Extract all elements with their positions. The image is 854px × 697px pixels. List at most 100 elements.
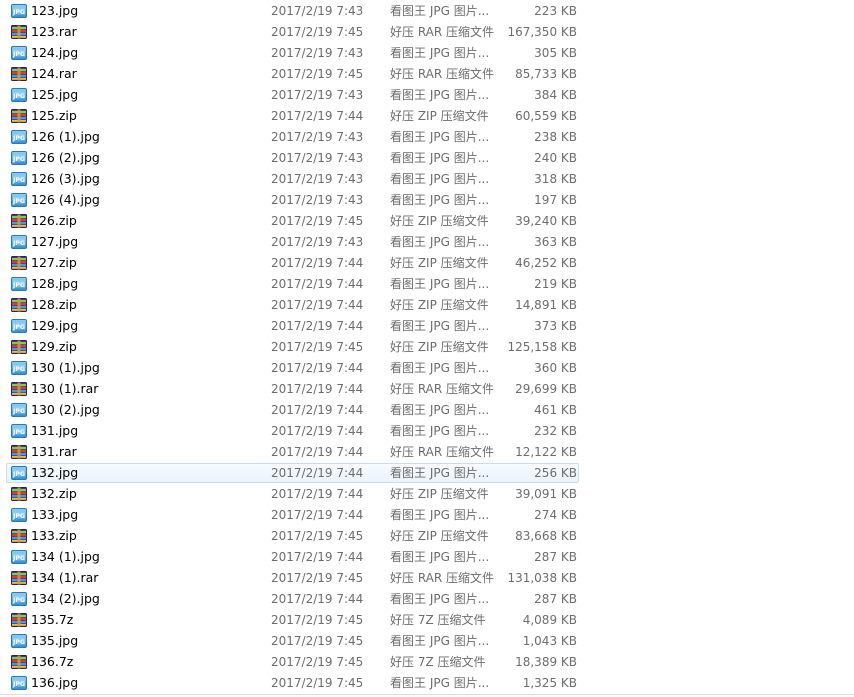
file-row[interactable]: 123.rar 2017/2/19 7:45 好压 RAR 压缩文件 167,350 … (6, 22, 579, 42)
file-name: 136.jpg (31, 675, 79, 690)
jpg-file-icon: JPG (11, 676, 27, 690)
file-row[interactable]: 135.7z 2017/2/19 7:45 好压 7Z 压缩文件 4,089 KB (6, 610, 579, 630)
file-size: 232 KB (534, 424, 577, 438)
file-date-modified: 2017/2/19 7:44 (271, 382, 364, 396)
file-row[interactable]: 129.zip 2017/2/19 7:45 好压 ZIP 压缩文件 125,158 … (6, 337, 579, 357)
file-name: 126 (1).jpg (31, 129, 100, 144)
file-row[interactable]: JPG 123.jpg 2017/2/19 7:43 看图王 JPG 图片... 223… (6, 1, 579, 21)
file-row[interactable]: 128.zip 2017/2/19 7:44 好压 ZIP 压缩文件 14,891 K… (6, 295, 579, 315)
file-name: 127.zip (31, 255, 77, 270)
jpg-file-icon: JPG (11, 361, 27, 375)
file-row[interactable]: JPG 129.jpg 2017/2/19 7:44 看图王 JPG 图片... 373… (6, 316, 579, 336)
file-row[interactable]: 124.rar 2017/2/19 7:45 好压 RAR 压缩文件 85,733 K… (6, 64, 579, 84)
archive-file-icon (11, 445, 27, 459)
archive-file-icon (11, 298, 27, 312)
jpg-file-icon: JPG (11, 634, 27, 648)
file-name: 131.rar (31, 444, 77, 459)
jpg-file-icon: JPG (11, 508, 27, 522)
file-date-modified: 2017/2/19 7:43 (271, 235, 364, 249)
file-row[interactable]: 130 (1).rar 2017/2/19 7:44 好压 RAR 压缩文件 29,6… (6, 379, 579, 399)
file-row[interactable]: 125.zip 2017/2/19 7:44 好压 ZIP 压缩文件 60,559 K… (6, 106, 579, 126)
file-size: 287 KB (534, 550, 577, 564)
file-name: 128.zip (31, 297, 77, 312)
file-name: 136.7z (31, 654, 74, 669)
file-date-modified: 2017/2/19 7:43 (271, 4, 364, 18)
svg-text:JPG: JPG (12, 282, 25, 289)
archive-file-icon (11, 256, 27, 270)
file-name: 135.jpg (31, 633, 79, 648)
file-size: 14,891 KB (515, 298, 577, 312)
file-row[interactable]: JPG 134 (2).jpg 2017/2/19 7:44 看图王 JPG 图片..… (6, 589, 579, 609)
file-name: 126.zip (31, 213, 77, 228)
file-row[interactable]: JPG 134 (1).jpg 2017/2/19 7:44 看图王 JPG 图片..… (6, 547, 579, 567)
file-size: 363 KB (534, 235, 577, 249)
file-row[interactable]: JPG 128.jpg 2017/2/19 7:44 看图王 JPG 图片... 219… (6, 274, 579, 294)
file-size: 384 KB (534, 88, 577, 102)
file-date-modified: 2017/2/19 7:45 (271, 676, 364, 690)
archive-file-icon (11, 109, 27, 123)
file-date-modified: 2017/2/19 7:43 (271, 130, 364, 144)
svg-text:JPG: JPG (12, 408, 25, 415)
file-date-modified: 2017/2/19 7:44 (271, 550, 364, 564)
file-date-modified: 2017/2/19 7:44 (271, 277, 364, 291)
file-row[interactable]: JPG 132.jpg 2017/2/19 7:44 看图王 JPG 图片... 256… (6, 463, 579, 483)
file-row[interactable]: 127.zip 2017/2/19 7:44 好压 ZIP 压缩文件 46,252 K… (6, 253, 579, 273)
file-name: 130 (2).jpg (31, 402, 100, 417)
file-name: 125.jpg (31, 87, 79, 102)
file-size: 39,240 KB (515, 214, 577, 228)
file-row[interactable]: JPG 133.jpg 2017/2/19 7:44 看图王 JPG 图片... 274… (6, 505, 579, 525)
file-size: 1,043 KB (522, 634, 577, 648)
file-name: 123.rar (31, 24, 77, 39)
file-row[interactable]: JPG 125.jpg 2017/2/19 7:43 看图王 JPG 图片... 384… (6, 85, 579, 105)
file-name: 133.jpg (31, 507, 79, 522)
file-row[interactable]: 136.7z 2017/2/19 7:45 好压 7Z 压缩文件 18,389 KB (6, 652, 579, 672)
file-size: 167,350 KB (507, 25, 577, 39)
file-row[interactable]: JPG 131.jpg 2017/2/19 7:44 看图王 JPG 图片... 232… (6, 421, 579, 441)
archive-file-icon (11, 529, 27, 543)
file-name: 124.rar (31, 66, 77, 81)
svg-text:JPG: JPG (12, 93, 25, 100)
file-row[interactable]: JPG 126 (2).jpg 2017/2/19 7:43 看图王 JPG 图片..… (6, 148, 579, 168)
file-name: 130 (1).jpg (31, 360, 100, 375)
jpg-file-icon: JPG (11, 88, 27, 102)
file-date-modified: 2017/2/19 7:44 (271, 319, 364, 333)
svg-text:JPG: JPG (12, 198, 25, 205)
svg-text:JPG: JPG (12, 177, 25, 184)
jpg-file-icon: JPG (11, 46, 27, 60)
file-row[interactable]: JPG 136.jpg 2017/2/19 7:45 看图王 JPG 图片... 1,3… (6, 673, 579, 693)
file-name: 125.zip (31, 108, 77, 123)
jpg-file-icon: JPG (11, 592, 27, 606)
svg-text:JPG: JPG (12, 135, 25, 142)
file-row[interactable]: JPG 126 (3).jpg 2017/2/19 7:43 看图王 JPG 图片..… (6, 169, 579, 189)
file-date-modified: 2017/2/19 7:44 (271, 361, 364, 375)
file-row[interactable]: JPG 124.jpg 2017/2/19 7:43 看图王 JPG 图片... 305… (6, 43, 579, 63)
archive-file-icon (11, 655, 27, 669)
file-date-modified: 2017/2/19 7:44 (271, 592, 364, 606)
jpg-file-icon: JPG (11, 319, 27, 333)
jpg-file-icon: JPG (11, 4, 27, 18)
file-name: 126 (4).jpg (31, 192, 100, 207)
file-date-modified: 2017/2/19 7:45 (271, 340, 364, 354)
file-row[interactable]: 132.zip 2017/2/19 7:44 好压 ZIP 压缩文件 39,091 K… (6, 484, 579, 504)
file-row[interactable]: 133.zip 2017/2/19 7:45 好压 ZIP 压缩文件 83,668 K… (6, 526, 579, 546)
file-row[interactable]: 134 (1).rar 2017/2/19 7:45 好压 RAR 压缩文件 131,… (6, 568, 579, 588)
file-date-modified: 2017/2/19 7:43 (271, 151, 364, 165)
file-size: 85,733 KB (515, 67, 577, 81)
file-row[interactable]: JPG 127.jpg 2017/2/19 7:43 看图王 JPG 图片... 363… (6, 232, 579, 252)
file-row[interactable]: JPG 126 (1).jpg 2017/2/19 7:43 看图王 JPG 图片..… (6, 127, 579, 147)
file-row[interactable]: JPG 130 (2).jpg 2017/2/19 7:44 看图王 JPG 图片..… (6, 400, 579, 420)
file-row[interactable]: 126.zip 2017/2/19 7:45 好压 ZIP 压缩文件 39,240 K… (6, 211, 579, 231)
file-size: 29,699 KB (515, 382, 577, 396)
file-row[interactable]: 131.rar 2017/2/19 7:44 好压 RAR 压缩文件 12,122 K… (6, 442, 579, 462)
file-name: 132.zip (31, 486, 77, 501)
file-name: 134 (1).jpg (31, 549, 100, 564)
archive-file-icon (11, 67, 27, 81)
file-row[interactable]: JPG 130 (1).jpg 2017/2/19 7:44 看图王 JPG 图片..… (6, 358, 579, 378)
file-size: 238 KB (534, 130, 577, 144)
file-row[interactable]: JPG 126 (4).jpg 2017/2/19 7:43 看图王 JPG 图片..… (6, 190, 579, 210)
file-size: 60,559 KB (515, 109, 577, 123)
file-row[interactable]: JPG 135.jpg 2017/2/19 7:45 看图王 JPG 图片... 1,0… (6, 631, 579, 651)
file-date-modified: 2017/2/19 7:45 (271, 571, 364, 585)
svg-text:JPG: JPG (12, 429, 25, 436)
jpg-file-icon: JPG (11, 550, 27, 564)
